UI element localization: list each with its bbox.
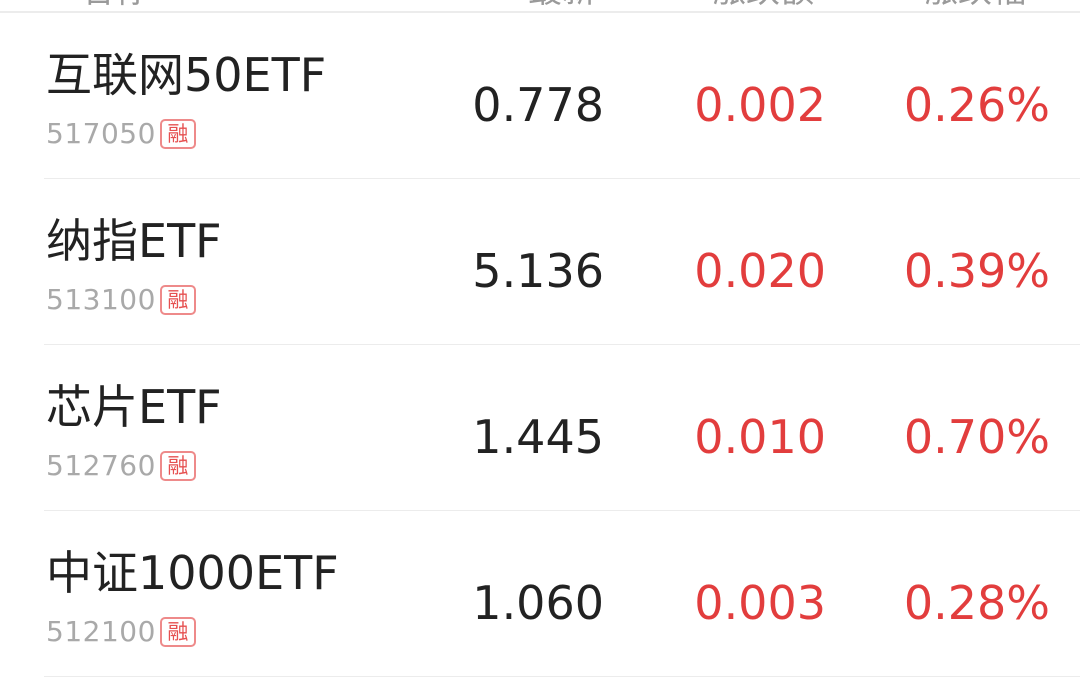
etf-name: 芯片ETF: [46, 380, 222, 434]
etf-code: 517050: [46, 117, 156, 150]
etf-change: 0.003: [694, 576, 826, 630]
margin-badge-icon: 融: [159, 617, 196, 647]
etf-name: 中证1000ETF: [46, 546, 339, 600]
etf-change-pct: 0.70%: [903, 410, 1050, 464]
etf-code: 512100: [46, 615, 156, 648]
etf-price: 1.060: [472, 576, 604, 630]
etf-row[interactable]: 互联网50ETF 517050 融 0.778 0.002 0.26%: [0, 13, 1080, 179]
column-header-price[interactable]: 最新: [528, 0, 596, 8]
etf-code-line: 512760 融: [46, 449, 196, 483]
etf-code: 513100: [46, 283, 156, 316]
etf-price: 0.778: [472, 78, 604, 132]
etf-code: 512760: [46, 449, 156, 482]
etf-change-pct: 0.28%: [903, 576, 1050, 630]
etf-code-line: 512100 融: [46, 615, 196, 649]
etf-change-pct: 0.26%: [903, 78, 1050, 132]
etf-change-pct: 0.39%: [903, 244, 1050, 298]
etf-code-line: 517050 融: [46, 117, 196, 151]
etf-name: 互联网50ETF: [46, 48, 327, 102]
etf-change: 0.020: [694, 244, 826, 298]
etf-price: 5.136: [472, 244, 604, 298]
etf-row[interactable]: 纳指ETF 513100 融 5.136 0.020 0.39%: [0, 179, 1080, 345]
etf-code-line: 513100 融: [46, 283, 196, 317]
column-header-change[interactable]: 涨跌额: [712, 0, 814, 8]
etf-change: 0.010: [694, 410, 826, 464]
etf-name: 纳指ETF: [46, 214, 222, 268]
row-divider: [44, 675, 1080, 677]
margin-badge-icon: 融: [159, 451, 196, 481]
etf-row[interactable]: 中证1000ETF 512100 融 1.060 0.003 0.28%: [0, 511, 1080, 677]
etf-list: 互联网50ETF 517050 融 0.778 0.002 0.26% 纳指ET…: [0, 13, 1080, 677]
etf-list-screen: 名称 最新 涨跌额 涨跌幅 互联网50ETF 517050 融 0.778 0.…: [0, 0, 1080, 678]
margin-badge-icon: 融: [159, 119, 196, 149]
etf-row[interactable]: 芯片ETF 512760 融 1.445 0.010 0.70%: [0, 345, 1080, 511]
etf-price: 1.445: [472, 410, 604, 464]
etf-change: 0.002: [694, 78, 826, 132]
margin-badge-icon: 融: [159, 285, 196, 315]
column-header-pct[interactable]: 涨跌幅: [924, 0, 1026, 8]
column-header-name[interactable]: 名称: [80, 0, 148, 8]
